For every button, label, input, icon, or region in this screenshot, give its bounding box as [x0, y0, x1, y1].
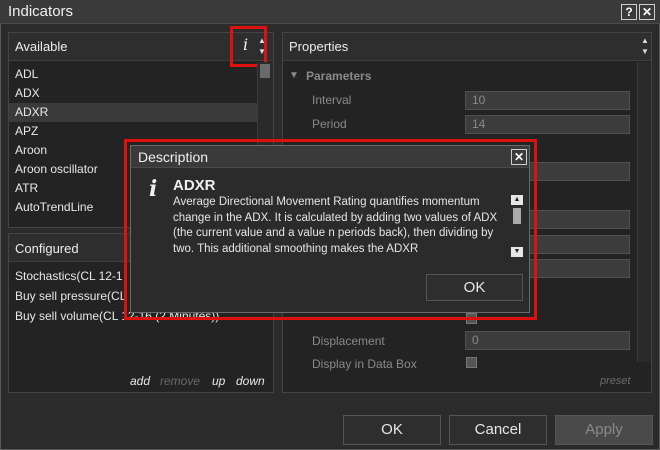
dialog-heading: ADXR [173, 177, 216, 194]
preset-link[interactable]: preset [600, 375, 631, 387]
properties-scroll-arrows[interactable]: ▲ ▼ [641, 35, 651, 57]
configured-item[interactable]: Buy sell pressure(CL [15, 287, 126, 306]
available-item[interactable]: ADX [9, 84, 257, 103]
help-button[interactable]: ? [621, 4, 637, 20]
info-icon[interactable]: i [243, 35, 248, 54]
display-in-data-box-checkbox[interactable] [466, 357, 477, 368]
properties-scrollbar[interactable] [637, 62, 651, 362]
scroll-down-icon[interactable]: ▼ [511, 247, 523, 257]
scroll-up-icon[interactable]: ▲ [511, 195, 523, 205]
up-link[interactable]: up [212, 374, 225, 388]
dialog-close-button[interactable]: ✕ [511, 149, 527, 165]
dialog-scrollbar[interactable]: ▲ ▼ [511, 195, 523, 257]
period-field[interactable]: 14 [465, 115, 630, 134]
dialog-scroll-thumb[interactable] [513, 208, 521, 224]
configured-title: Configured [15, 241, 79, 256]
available-item[interactable]: ADXR [9, 103, 257, 122]
dialog-body: Average Directional Movement Rating quan… [173, 196, 498, 255]
dialog-title: Description [138, 149, 209, 165]
collapse-arrow-icon[interactable]: ▼ [289, 70, 299, 81]
dialog-ok-button[interactable]: OK [426, 274, 523, 301]
interval-field[interactable]: 10 [465, 91, 630, 110]
displacement-field[interactable]: 0 [465, 331, 630, 350]
parameters-section: Parameters [306, 69, 372, 83]
info-icon: i [149, 176, 158, 202]
remove-link[interactable]: remove [160, 374, 200, 388]
close-button[interactable]: ✕ [639, 4, 655, 20]
available-item[interactable]: ADL [9, 65, 257, 84]
period-label: Period [312, 117, 347, 131]
properties-title: Properties [289, 39, 349, 54]
displacement-label: Displacement [312, 334, 385, 348]
available-scroll-thumb[interactable] [260, 64, 270, 78]
cancel-button[interactable]: Cancel [449, 415, 547, 445]
window-title: Indicators [8, 3, 74, 20]
apply-button[interactable]: Apply [555, 415, 653, 445]
down-link[interactable]: down [236, 374, 265, 388]
info-highlight [230, 26, 267, 67]
interval-label: Interval [312, 93, 352, 107]
display-in-data-box-label: Display in Data Box [312, 357, 417, 371]
configured-item[interactable]: Stochastics(CL 12-1 [15, 267, 123, 286]
ok-button[interactable]: OK [343, 415, 441, 445]
available-title: Available [15, 39, 68, 54]
description-dialog: Description ✕ i ADXR Average Directional… [130, 145, 530, 313]
title-bar [0, 0, 660, 24]
add-link[interactable]: add [130, 374, 150, 388]
